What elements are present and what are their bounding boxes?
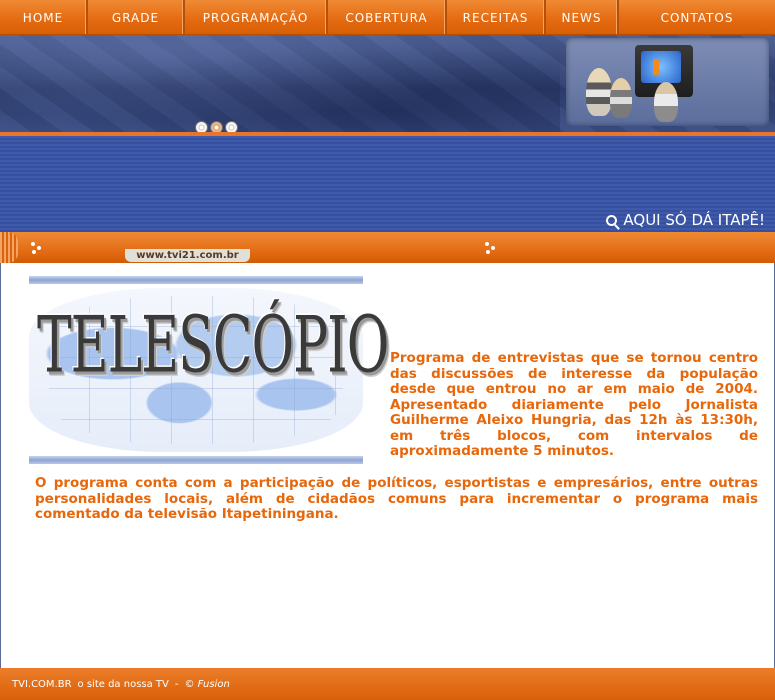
nav-cobertura[interactable]: COBERTURA bbox=[328, 0, 447, 34]
child-figure bbox=[610, 78, 632, 118]
nav-receitas[interactable]: RECEITAS bbox=[447, 0, 546, 34]
program-logo-text: TELESCÓPIO bbox=[37, 301, 389, 391]
dots-icon bbox=[31, 242, 43, 254]
main-content: TELESCÓPIO Programa de entrevistas que s… bbox=[0, 263, 775, 668]
reel-icon bbox=[225, 121, 238, 132]
footer-separator: - bbox=[174, 678, 179, 690]
nav-home[interactable]: HOME bbox=[0, 0, 88, 34]
dots-icon bbox=[485, 242, 497, 254]
side-tab-decoration bbox=[0, 232, 18, 263]
footer-tagline: o site da nossa TV bbox=[77, 678, 169, 690]
program-logo: TELESCÓPIO bbox=[29, 276, 389, 464]
nav-grade[interactable]: GRADE bbox=[88, 0, 185, 34]
program-body-text: O programa conta com a participação de p… bbox=[35, 475, 758, 522]
footer-credit[interactable]: © Fusion bbox=[184, 679, 229, 690]
film-reels-icon bbox=[195, 121, 238, 132]
logo-bar-bottom bbox=[29, 456, 363, 464]
slogan: AQUI SÓ DÁ ITAPÊ! bbox=[606, 211, 765, 229]
nav-news[interactable]: NEWS bbox=[546, 0, 619, 34]
child-figure bbox=[586, 68, 612, 116]
logo-bar-top bbox=[29, 276, 363, 284]
reel-icon bbox=[210, 121, 223, 132]
reel-icon bbox=[195, 121, 208, 132]
search-icon bbox=[606, 214, 618, 226]
program-intro-text: Programa de entrevistas que se tornou ce… bbox=[390, 350, 758, 459]
nav-contatos[interactable]: CONTATOS bbox=[619, 0, 775, 34]
child-figure bbox=[654, 82, 678, 122]
keyboard-background-image bbox=[0, 35, 560, 132]
kids-watching-tv-image bbox=[566, 38, 769, 126]
main-nav: HOME GRADE PROGRAMAÇÃO COBERTURA RECEITA… bbox=[0, 0, 775, 35]
nav-programacao[interactable]: PROGRAMAÇÃO bbox=[185, 0, 328, 34]
site-url-label: www.tvi21.com.br bbox=[125, 249, 250, 262]
footer: TVI.COM.BR o site da nossa TV - © Fusion bbox=[0, 668, 775, 700]
tv-screen bbox=[641, 51, 681, 83]
slogan-band: AQUI SÓ DÁ ITAPÊ! bbox=[0, 132, 775, 232]
slogan-text: AQUI SÓ DÁ ITAPÊ! bbox=[623, 211, 765, 229]
footer-site[interactable]: TVI.COM.BR bbox=[12, 679, 72, 690]
sub-header-bar: www.tvi21.com.br bbox=[0, 232, 775, 263]
